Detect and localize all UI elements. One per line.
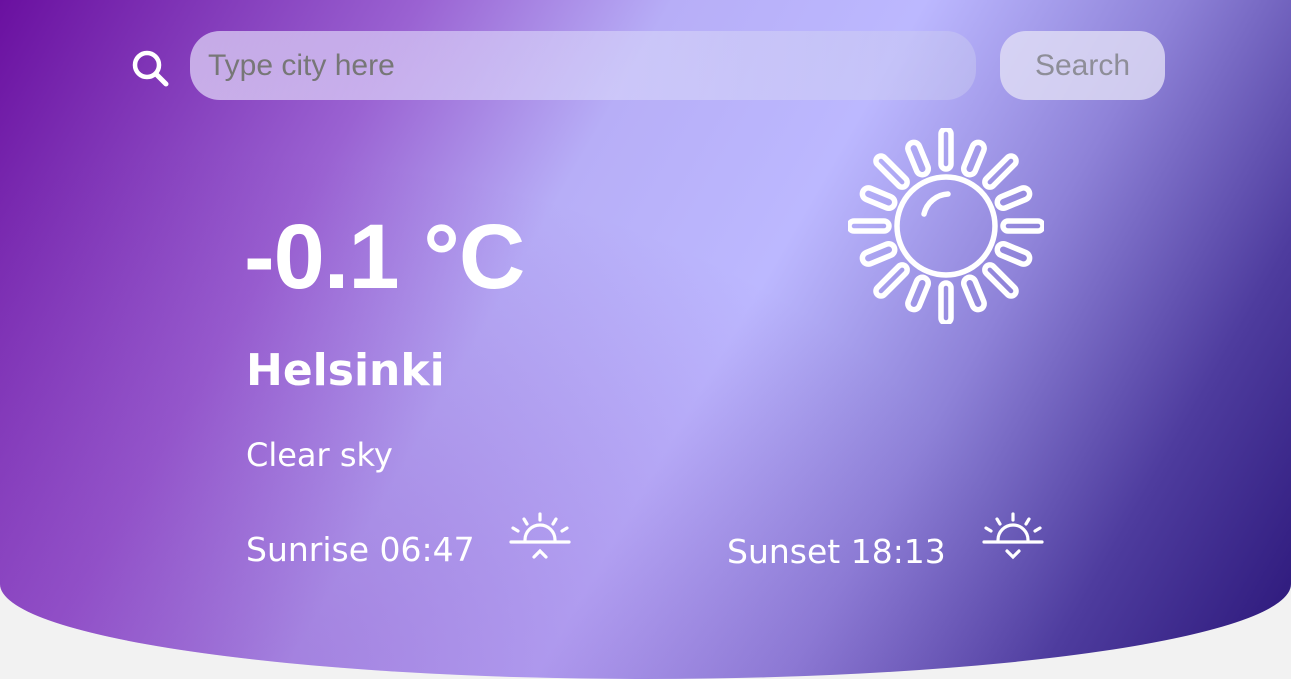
sun-ray xyxy=(905,274,931,313)
sun-ray xyxy=(859,241,898,267)
search-button[interactable]: Search xyxy=(1000,31,1165,100)
search-icon[interactable] xyxy=(128,46,172,90)
city-name: Helsinki xyxy=(246,345,445,396)
sun-ray xyxy=(982,153,1019,190)
sun-icon xyxy=(848,128,1044,324)
sun-ray xyxy=(873,153,910,190)
sun-ray xyxy=(938,128,954,172)
temperature-value: -0.1 °C xyxy=(244,206,525,308)
sun-ray xyxy=(1000,218,1044,234)
sun-ray xyxy=(938,280,954,324)
sunrise-icon xyxy=(509,512,571,559)
sun-ray xyxy=(873,262,910,299)
sun-ray xyxy=(961,274,987,313)
weather-description: Clear sky xyxy=(246,436,393,474)
city-search-input[interactable] xyxy=(190,31,976,100)
sunset-icon xyxy=(982,512,1044,560)
sunrise-time: Sunrise 06:47 xyxy=(246,530,475,569)
sun-ray xyxy=(994,241,1033,267)
sun-ray xyxy=(994,185,1033,211)
sunset-time: Sunset 18:13 xyxy=(727,532,946,571)
sun-ray xyxy=(961,139,987,178)
sun-ray xyxy=(848,218,892,234)
weather-card: Search -0.1 °C Helsinki Clear sky Sunris… xyxy=(0,0,1291,679)
sun-ray xyxy=(859,185,898,211)
sun-ray xyxy=(982,262,1019,299)
sun-ray xyxy=(905,139,931,178)
